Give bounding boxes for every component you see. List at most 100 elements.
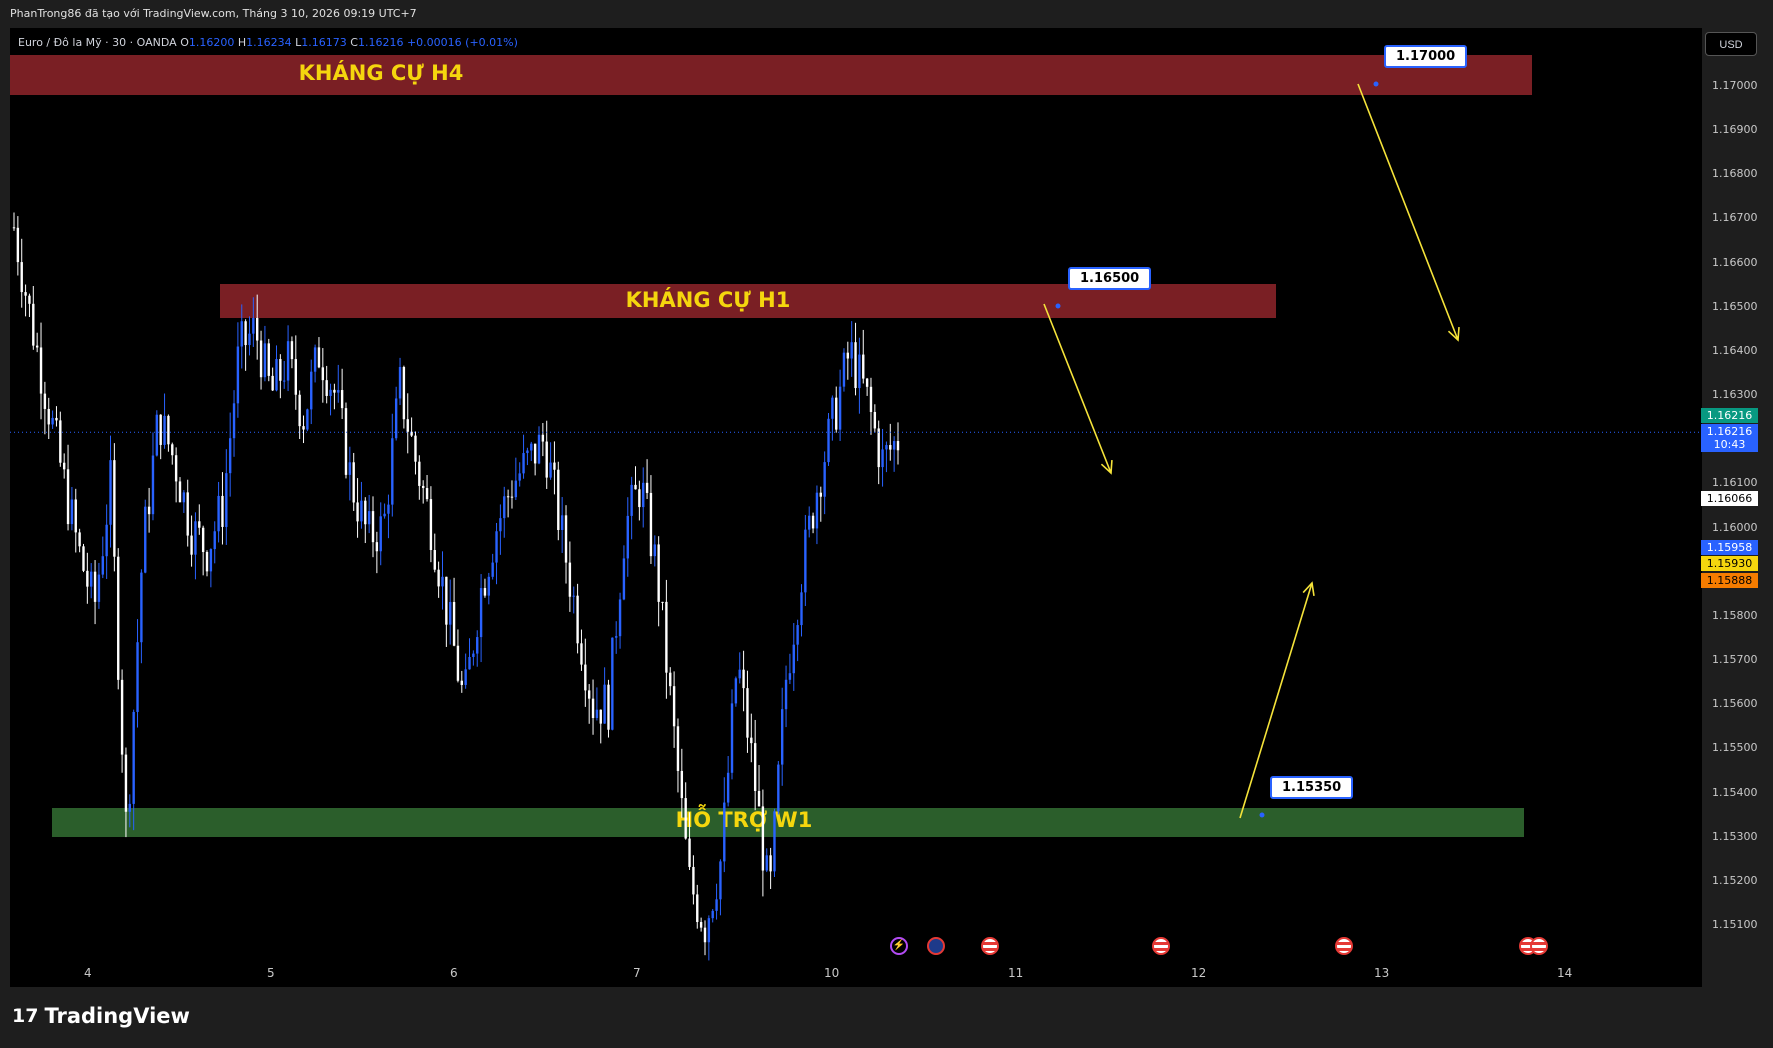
candle-body xyxy=(518,473,521,481)
candle-body xyxy=(364,500,367,525)
candle-body xyxy=(86,570,89,587)
candle-body xyxy=(858,354,861,389)
candle-body xyxy=(649,492,653,557)
candle-body xyxy=(696,894,699,923)
price-tick-label: 1.15700 xyxy=(1712,653,1758,667)
candle-body xyxy=(669,672,672,687)
candle-body xyxy=(873,411,877,429)
candle-body xyxy=(800,592,803,626)
candle-body xyxy=(757,790,761,807)
candle-body xyxy=(286,341,290,381)
candle-body xyxy=(418,461,421,486)
candle-body xyxy=(279,359,282,381)
candle-body xyxy=(815,492,819,529)
candle-body xyxy=(306,409,309,430)
candle-body xyxy=(850,342,853,359)
candle-body xyxy=(283,380,286,382)
candle-body xyxy=(576,595,579,644)
time-tick-label: 7 xyxy=(633,966,641,980)
candle-body xyxy=(460,680,463,685)
callout-anchor xyxy=(1055,303,1061,309)
candle-body xyxy=(140,572,143,643)
tradingview-logo[interactable]: 𝟭𝟳 TradingView xyxy=(12,1004,190,1028)
candle-body xyxy=(587,690,591,699)
candle-body xyxy=(896,441,900,451)
candle-body xyxy=(406,419,409,432)
candle-body xyxy=(97,574,101,602)
us-flag-event-icon[interactable] xyxy=(981,937,999,955)
candle-body xyxy=(252,317,255,334)
price-tick-label: 1.16300 xyxy=(1712,388,1758,402)
candle-body xyxy=(12,227,16,229)
price-axis[interactable]: 1.17000 1.16900 1.16800 1.16700 1.16600 1.165… xyxy=(1702,60,1773,987)
candle-body xyxy=(456,645,460,681)
time-tick-label: 5 xyxy=(267,966,275,980)
candle-body xyxy=(819,492,822,497)
candle-body xyxy=(599,709,602,724)
price-tick-label: 1.15800 xyxy=(1712,608,1758,622)
candle-body xyxy=(371,511,375,543)
candle-body xyxy=(452,602,456,646)
candle-body xyxy=(835,397,838,430)
candle-body xyxy=(746,688,749,738)
candle-body xyxy=(761,806,765,871)
candle-body xyxy=(337,390,340,393)
candle-body xyxy=(591,698,595,718)
candle-body xyxy=(703,927,707,943)
candle-body xyxy=(638,489,641,508)
candle-body xyxy=(298,394,301,427)
candle-body xyxy=(676,726,680,771)
candle-body xyxy=(468,656,471,670)
candle-body xyxy=(16,227,20,263)
candle-body xyxy=(271,375,274,391)
projection-arrow-down xyxy=(1357,83,1460,342)
candle-body xyxy=(491,562,494,577)
candle-body xyxy=(503,496,506,519)
candle-body xyxy=(344,408,348,475)
candle-body xyxy=(429,499,433,551)
us-flag-event-icon[interactable] xyxy=(1335,937,1353,955)
callout-h1[interactable]: 1.16500 xyxy=(1068,267,1152,290)
price-tick-label: 1.15100 xyxy=(1712,918,1758,931)
candle-body xyxy=(82,546,85,571)
us-flag-event-icon[interactable] xyxy=(1530,937,1548,955)
price-tick-label: 1.16400 xyxy=(1712,343,1758,357)
candle-body xyxy=(437,569,440,587)
candle-body xyxy=(259,340,263,378)
candle-body xyxy=(784,679,788,710)
time-tick-label: 14 xyxy=(1557,966,1573,980)
callout-w1[interactable]: 1.15350 xyxy=(1270,776,1354,799)
candle-body xyxy=(147,506,151,515)
candle-body xyxy=(228,438,232,474)
candle-body xyxy=(780,709,784,765)
candle-body xyxy=(387,504,390,514)
candle-body xyxy=(630,484,633,516)
tradingview-logo-icon: 𝟭𝟳 xyxy=(12,1005,39,1027)
price-tick-label: 1.15500 xyxy=(1712,741,1758,755)
candle-body xyxy=(294,359,297,395)
candle-body xyxy=(244,321,247,346)
candle-body xyxy=(545,441,548,478)
lightning-event-icon[interactable]: ⚡ xyxy=(890,937,908,955)
candle-body xyxy=(90,571,93,587)
candle-body xyxy=(182,492,186,503)
callout-h4[interactable]: 1.17000 xyxy=(1384,45,1468,68)
candle-body xyxy=(808,515,811,530)
candle-body xyxy=(530,443,533,451)
us-flag-event-icon[interactable] xyxy=(1152,937,1170,955)
candle-body xyxy=(194,521,197,555)
eu-flag-event-icon[interactable] xyxy=(927,937,945,955)
candle-body xyxy=(329,389,332,396)
candle-body xyxy=(225,473,228,527)
time-tick-label: 4 xyxy=(84,966,92,980)
candle-body xyxy=(750,737,753,744)
candle-body xyxy=(541,434,545,442)
candle-body xyxy=(854,342,857,389)
candle-body xyxy=(325,380,328,396)
candle-body xyxy=(885,445,888,450)
candle-body xyxy=(549,462,552,478)
candle-body xyxy=(313,347,317,372)
candle-body xyxy=(155,414,159,456)
candle-body xyxy=(441,576,444,587)
candle-body xyxy=(499,518,502,532)
